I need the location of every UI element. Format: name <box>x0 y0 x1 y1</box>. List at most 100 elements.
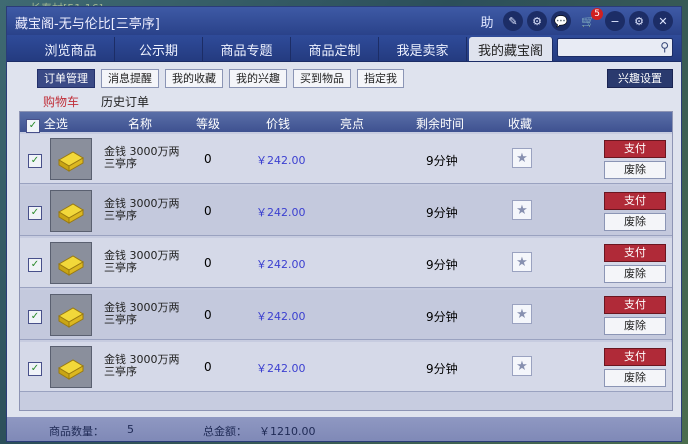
subtab-assigned[interactable]: 指定我 <box>357 69 404 88</box>
item-remaining: 9分钟 <box>426 362 458 376</box>
title-bar[interactable]: 藏宝阁-无与伦比[三亭序] 助 ✎ ⚙ 💬 🛒 5 − ⚙ ✕ <box>7 7 681 35</box>
tab-my-pavilion[interactable]: 我的藏宝阁 <box>469 37 553 61</box>
remove-button[interactable]: 废除 <box>604 161 666 179</box>
item-price: ￥242.00 <box>256 206 306 219</box>
chat-icon[interactable]: 💬 <box>551 11 571 31</box>
col-favorite: 收藏 <box>508 117 533 131</box>
favorite-star-icon[interactable]: ★ <box>512 200 532 220</box>
item-level: 0 <box>204 204 212 218</box>
remove-button[interactable]: 废除 <box>604 213 666 231</box>
item-price: ￥242.00 <box>256 258 306 271</box>
item-name: 金钱 3000万两 三亭序 <box>104 197 180 222</box>
minimize-icon[interactable]: − <box>605 11 625 31</box>
table-row: ✓ 金钱 3000万两 三亭序 0 ￥242.00 9分钟 ★ 支付 废除 <box>20 238 672 288</box>
remove-button[interactable]: 废除 <box>604 265 666 283</box>
table-row: ✓ 金钱 3000万两 三亭序 0 ￥242.00 9分钟 ★ 支付 废除 <box>20 290 672 340</box>
tab-topics[interactable]: 商品专题 <box>203 37 291 61</box>
row-checkbox[interactable]: ✓ <box>28 361 42 376</box>
favorite-star-icon[interactable]: ★ <box>512 304 532 324</box>
pin-icon[interactable]: ✎ <box>503 11 523 31</box>
subtab-order-management[interactable]: 订单管理 <box>37 69 95 88</box>
subtab-favorites[interactable]: 我的收藏 <box>165 69 223 88</box>
tab-custom[interactable]: 商品定制 <box>291 37 379 61</box>
total-amount-value: ￥1210.00 <box>259 425 316 438</box>
subtab-messages[interactable]: 消息提醒 <box>101 69 159 88</box>
col-level: 等级 <box>196 117 221 131</box>
item-count-value: 5 <box>127 423 134 436</box>
window-title: 藏宝阁-无与伦比[三亭序] <box>15 17 160 32</box>
item-name: 金钱 3000万两 三亭序 <box>104 353 180 378</box>
table-row: ✓ 金钱 3000万两 三亭序 0 ￥242.00 9分钟 ★ 支付 废除 <box>20 134 672 184</box>
table-row: ✓ 金钱 3000万两 三亭序 0 ￥242.00 9分钟 ★ 支付 废除 <box>20 186 672 236</box>
item-remaining: 9分钟 <box>426 154 458 168</box>
pay-button[interactable]: 支付 <box>604 296 666 314</box>
row-checkbox[interactable]: ✓ <box>28 257 42 272</box>
select-all-label: 全选 <box>43 117 68 131</box>
subtab-interests[interactable]: 我的兴趣 <box>229 69 287 88</box>
treasure-pavilion-window: 藏宝阁-无与伦比[三亭序] 助 ✎ ⚙ 💬 🛒 5 − ⚙ ✕ 浏览商品 公示期 … <box>6 6 682 442</box>
table-row: ✓ 金钱 3000万两 三亭序 0 ￥242.00 9分钟 ★ 支付 废除 <box>20 342 672 392</box>
interest-settings-button[interactable]: 兴趣设置 <box>607 69 673 88</box>
gold-item-icon[interactable] <box>50 346 92 388</box>
search-input[interactable] <box>558 39 658 56</box>
cart-table: ✓ 全选 名称 等级 价钱 亮点 剩余时间 收藏 ✓ 金钱 3000万两 三亭序… <box>19 111 673 411</box>
tab-browse[interactable]: 浏览商品 <box>27 37 115 61</box>
item-level: 0 <box>204 256 212 270</box>
favorite-star-icon[interactable]: ★ <box>512 148 532 168</box>
tab-seller[interactable]: 我是卖家 <box>379 37 467 61</box>
order-subtabs: 订单管理 消息提醒 我的收藏 我的兴趣 买到物品 指定我 <box>37 69 404 88</box>
item-name: 金钱 3000万两 三亭序 <box>104 301 180 326</box>
item-level: 0 <box>204 308 212 322</box>
close-icon[interactable]: ✕ <box>653 11 673 31</box>
row-checkbox[interactable]: ✓ <box>28 309 42 324</box>
col-highlight: 亮点 <box>340 117 365 131</box>
main-tab-bar: 浏览商品 公示期 商品专题 商品定制 我是卖家 我的藏宝阁 ⚲ <box>7 35 681 62</box>
gear-icon[interactable]: ⚙ <box>527 11 547 31</box>
col-remaining: 剩余时间 <box>416 117 465 131</box>
item-remaining: 9分钟 <box>426 206 458 220</box>
item-level: 0 <box>204 360 212 374</box>
item-remaining: 9分钟 <box>426 258 458 272</box>
cart-badge: 5 <box>591 8 603 20</box>
pay-button[interactable]: 支付 <box>604 244 666 262</box>
item-price: ￥242.00 <box>256 310 306 323</box>
pay-button[interactable]: 支付 <box>604 140 666 158</box>
item-name: 金钱 3000万两 三亭序 <box>104 249 180 274</box>
subtab-purchased[interactable]: 买到物品 <box>293 69 351 88</box>
cart-icon[interactable]: 🛒 5 <box>575 8 603 31</box>
select-all-checkbox[interactable]: ✓ <box>26 118 40 133</box>
item-name: 金钱 3000万两 三亭序 <box>104 145 180 170</box>
remove-button[interactable]: 废除 <box>604 317 666 335</box>
total-amount-label: 总金额： <box>203 425 247 438</box>
table-header: ✓ 全选 名称 等级 价钱 亮点 剩余时间 收藏 <box>20 112 672 133</box>
tab-history-orders[interactable]: 历史订单 <box>101 93 149 110</box>
search-box[interactable]: ⚲ <box>557 38 673 57</box>
col-name: 名称 <box>128 117 153 131</box>
cart-tabs: 购物车 历史订单 <box>43 93 149 110</box>
item-price: ￥242.00 <box>256 362 306 375</box>
gold-item-icon[interactable] <box>50 294 92 336</box>
col-price: 价钱 <box>266 117 291 131</box>
gold-item-icon[interactable] <box>50 242 92 284</box>
item-count-label: 商品数量： <box>49 425 104 438</box>
tab-cart[interactable]: 购物车 <box>43 93 79 110</box>
select-all[interactable]: ✓ 全选 <box>26 115 68 133</box>
gold-item-icon[interactable] <box>50 190 92 232</box>
item-price: ￥242.00 <box>256 154 306 167</box>
row-checkbox[interactable]: ✓ <box>28 153 42 168</box>
favorite-star-icon[interactable]: ★ <box>512 356 532 376</box>
cart-footer: 商品数量： 5 总金额： ￥1210.00 <box>7 417 681 441</box>
pay-button[interactable]: 支付 <box>604 348 666 366</box>
row-checkbox[interactable]: ✓ <box>28 205 42 220</box>
search-icon[interactable]: ⚲ <box>660 40 669 54</box>
gold-item-icon[interactable] <box>50 138 92 180</box>
favorite-star-icon[interactable]: ★ <box>512 252 532 272</box>
help-icon[interactable]: 助 <box>475 11 499 31</box>
pay-button[interactable]: 支付 <box>604 192 666 210</box>
title-bar-icons: 助 ✎ ⚙ 💬 🛒 5 − ⚙ ✕ <box>475 8 673 31</box>
item-remaining: 9分钟 <box>426 310 458 324</box>
item-level: 0 <box>204 152 212 166</box>
settings-icon[interactable]: ⚙ <box>629 11 649 31</box>
remove-button[interactable]: 废除 <box>604 369 666 387</box>
tab-public[interactable]: 公示期 <box>115 37 203 61</box>
